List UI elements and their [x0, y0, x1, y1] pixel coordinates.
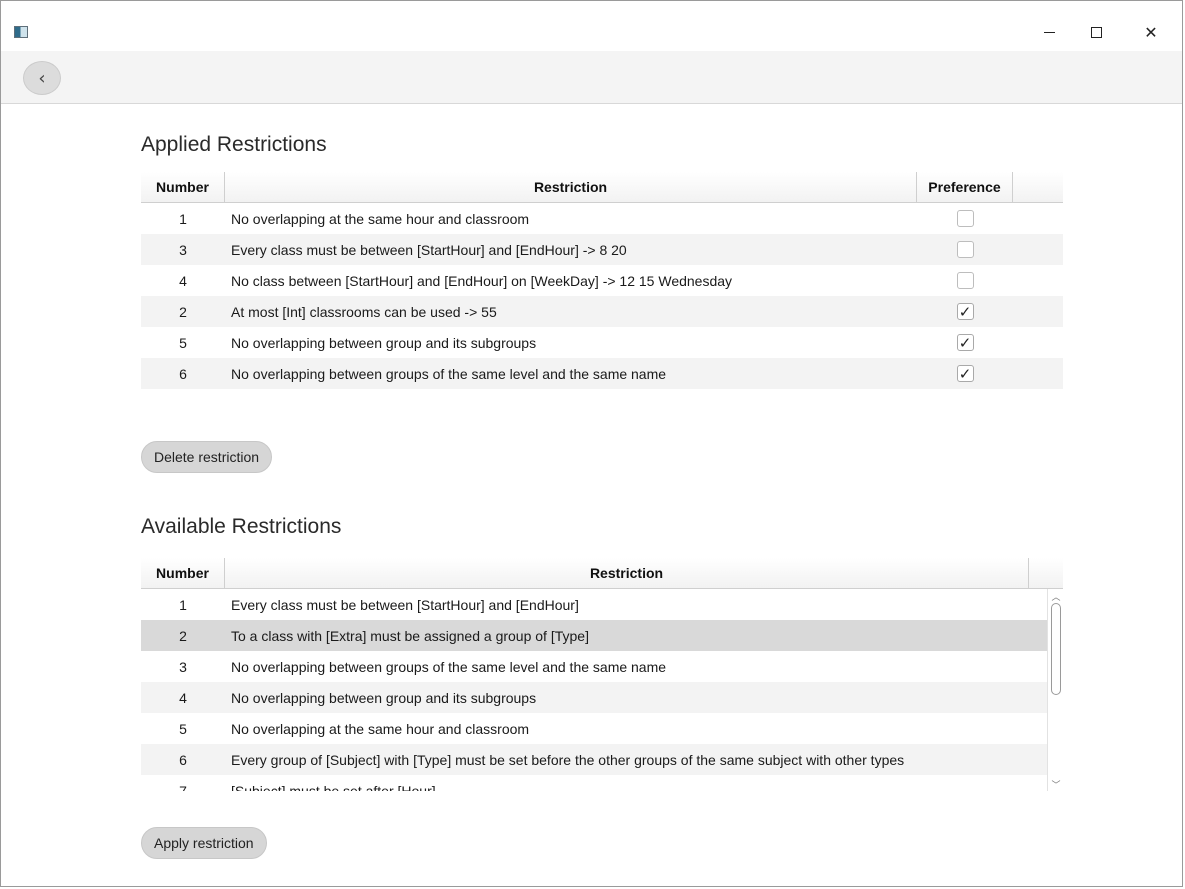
column-header-restriction[interactable]: Restriction: [225, 172, 917, 202]
row-restriction: [Subject] must be set after [Hour]: [231, 782, 436, 792]
preference-cell: [917, 241, 1013, 258]
maximize-icon: [1090, 26, 1102, 38]
table-row[interactable]: 3 No overlapping between groups of the sa…: [141, 651, 1047, 682]
checkmark-icon: ✓: [958, 334, 972, 352]
column-header-number[interactable]: Number: [141, 558, 225, 588]
row-number: 7: [179, 782, 187, 792]
apply-restriction-button[interactable]: Apply restriction: [141, 827, 267, 859]
close-button[interactable]: ✕: [1128, 17, 1174, 47]
row-number: 5: [179, 720, 187, 737]
row-number: 1: [179, 596, 187, 613]
row-restriction: No overlapping at the same hour and clas…: [231, 210, 530, 227]
row-number: 3: [179, 241, 187, 258]
row-number: 5: [179, 334, 187, 351]
checkmark-icon: ✓: [958, 303, 972, 321]
scroll-up-icon[interactable]: ︿: [1048, 589, 1063, 603]
row-restriction: Every group of [Subject] with [Type] mus…: [231, 751, 905, 768]
table-header: Number Restriction Preference: [141, 172, 1063, 203]
delete-restriction-button[interactable]: Delete restriction: [141, 441, 273, 473]
table-row[interactable]: 4 No overlapping between group and its su…: [141, 682, 1047, 713]
preference-checkbox[interactable]: [956, 210, 974, 227]
column-header-filler: [1013, 172, 1063, 202]
table-row[interactable]: 5 No overlapping at the same hour and cla…: [141, 713, 1047, 744]
table-row[interactable]: 4 No class between [StartHour] and [EndHo…: [141, 265, 1063, 296]
row-number: 4: [179, 272, 187, 289]
row-restriction: No class between [StartHour] and [EndHou…: [231, 272, 733, 289]
app-window: ✕ ‹ Applied Restrictions Number Restrict…: [0, 0, 1183, 887]
table-row[interactable]: 6 Every group of [Subject] with [Type] mu…: [141, 744, 1047, 775]
preference-checkbox[interactable]: [956, 241, 974, 258]
table-row[interactable]: 3 Every class must be between [StartHour]…: [141, 234, 1063, 265]
preference-checkbox[interactable]: [956, 272, 974, 289]
preference-checkbox[interactable]: ✓: [956, 303, 974, 321]
maximize-button[interactable]: [1073, 17, 1119, 47]
row-number: 6: [179, 751, 187, 768]
available-table-viewport: 1 Every class must be between [StartHour]…: [141, 589, 1063, 791]
preference-cell: ✓: [917, 303, 1013, 320]
available-restrictions-table: Number Restriction 1 Every class must be …: [141, 558, 1063, 791]
applied-restrictions-title: Applied Restrictions: [141, 133, 327, 156]
row-number: 6: [179, 365, 187, 382]
chevron-left-icon: ‹: [38, 67, 46, 89]
row-restriction: No overlapping at the same hour and clas…: [231, 720, 530, 737]
table-row[interactable]: 6 No overlapping between groups of the sa…: [141, 358, 1063, 389]
row-number: 2: [179, 303, 187, 320]
row-number: 1: [179, 210, 187, 227]
column-header-filler: [1029, 558, 1063, 588]
table-row[interactable]: 2 At most [Int] classrooms can be used ->…: [141, 296, 1063, 327]
row-number: 4: [179, 689, 187, 706]
minimize-icon: [1043, 31, 1055, 33]
row-restriction: No overlapping between groups of the sam…: [231, 365, 667, 382]
available-restrictions-title: Available Restrictions: [141, 515, 342, 538]
checkmark-icon: ✓: [958, 365, 972, 383]
vertical-scrollbar[interactable]: ︿ ﹀: [1047, 589, 1063, 791]
table-row[interactable]: 2 To a class with [Extra] must be assigne…: [141, 620, 1047, 651]
row-restriction: No overlapping between groups of the sam…: [231, 658, 667, 675]
scrollbar-thumb[interactable]: [1051, 603, 1061, 695]
table-row[interactable]: 1 Every class must be between [StartHour]…: [141, 589, 1047, 620]
row-number: 3: [179, 658, 187, 675]
column-header-number[interactable]: Number: [141, 172, 225, 202]
table-row[interactable]: 5 No overlapping between group and its su…: [141, 327, 1063, 358]
toolbar: ‹: [1, 51, 1182, 104]
preference-checkbox[interactable]: ✓: [956, 334, 974, 352]
preference-cell: ✓: [917, 365, 1013, 382]
app-icon: [14, 26, 28, 38]
column-header-restriction[interactable]: Restriction: [225, 558, 1029, 588]
title-bar: ✕: [1, 1, 1182, 51]
table-row[interactable]: 7 [Subject] must be set after [Hour]: [141, 775, 1047, 792]
preference-cell: [917, 210, 1013, 227]
row-number: 2: [179, 627, 187, 644]
preference-cell: ✓: [917, 334, 1013, 351]
back-button[interactable]: ‹: [23, 61, 61, 95]
row-restriction: Every class must be between [StartHour] …: [231, 596, 579, 613]
column-header-preference[interactable]: Preference: [917, 172, 1013, 202]
scroll-down-icon[interactable]: ﹀: [1048, 777, 1063, 791]
row-restriction: No overlapping between group and its sub…: [231, 334, 537, 351]
applied-table-body: 1 No overlapping at the same hour and cla…: [141, 203, 1063, 389]
preference-checkbox[interactable]: ✓: [956, 365, 974, 383]
close-icon: ✕: [1144, 22, 1158, 42]
minimize-button[interactable]: [1026, 17, 1072, 47]
row-restriction: To a class with [Extra] must be assigned…: [231, 627, 589, 644]
available-table-body: 1 Every class must be between [StartHour]…: [141, 589, 1047, 791]
applied-restrictions-table: Number Restriction Preference 1 No overla…: [141, 172, 1063, 389]
row-restriction: At most [Int] classrooms can be used -> …: [231, 303, 497, 320]
table-row[interactable]: 1 No overlapping at the same hour and cla…: [141, 203, 1063, 234]
row-restriction: Every class must be between [StartHour] …: [231, 241, 627, 258]
row-restriction: No overlapping between group and its sub…: [231, 689, 537, 706]
preference-cell: [917, 272, 1013, 289]
table-header: Number Restriction: [141, 558, 1063, 589]
